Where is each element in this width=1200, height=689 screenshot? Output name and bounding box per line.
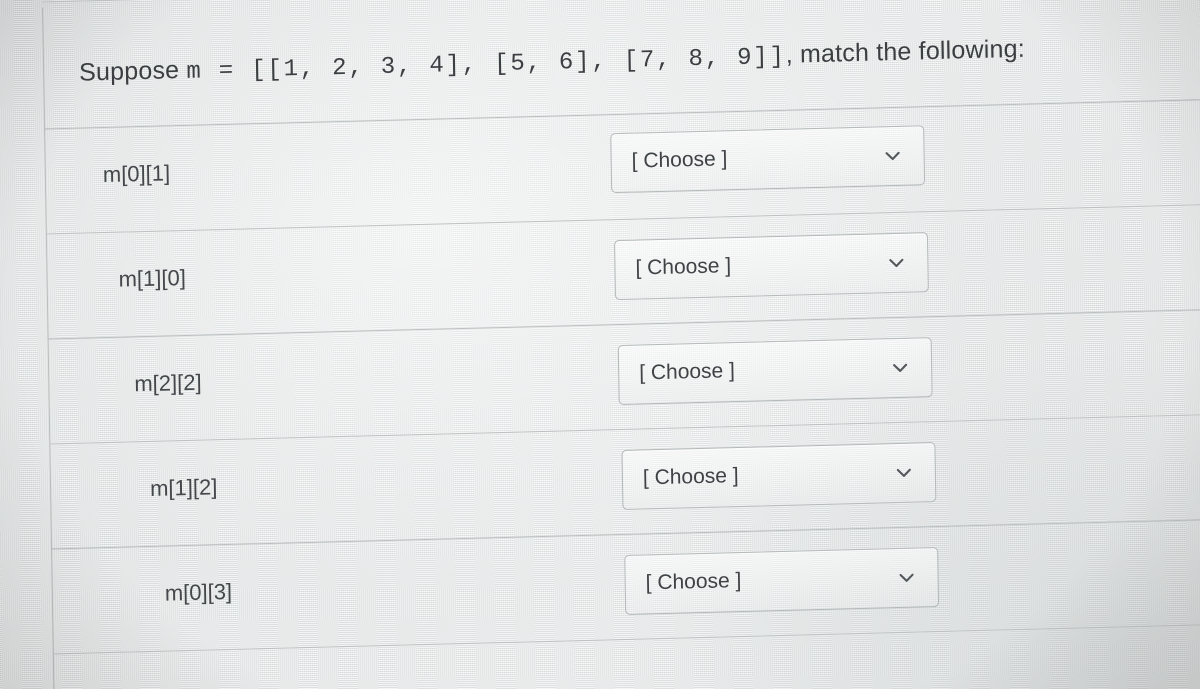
chevron-down-icon [891, 359, 909, 377]
row-label: m[0][3] [164, 578, 233, 606]
row-label: m[1][2] [149, 474, 218, 501]
row-label: m[0][1] [102, 160, 171, 188]
question-matrix-literal: [[1, 2, 3, 4], [5, 6], [7, 8, 9]] [251, 43, 786, 85]
row-label: m[2][2] [134, 369, 202, 397]
chevron-down-icon [883, 147, 901, 165]
choose-dropdown-1[interactable]: [ Choose ] [614, 232, 929, 301]
question-prefix: Suppose [78, 55, 187, 87]
question-suffix: , match the following: [785, 34, 1026, 69]
dropdown-value: [ Choose ] [639, 359, 736, 385]
dropdown-value: [ Choose ] [642, 464, 739, 490]
dropdown-value: [ Choose ] [645, 569, 742, 595]
monitor-screen: Suppose m = [[1, 2, 3, 4], [5, 6], [7, 8… [0, 0, 1200, 689]
chevron-down-icon [895, 464, 913, 482]
row-label: m[1][0] [118, 264, 187, 292]
question-variable: m = [186, 57, 252, 86]
dropdown-value: [ Choose ] [635, 254, 732, 280]
question-prompt: Suppose m = [[1, 2, 3, 4], [5, 6], [7, 8… [79, 35, 1025, 89]
dropdown-value: [ Choose ] [631, 147, 728, 173]
choose-dropdown-0[interactable]: [ Choose ] [610, 125, 926, 194]
choose-dropdown-3[interactable]: [ Choose ] [621, 442, 937, 511]
chevron-down-icon [897, 569, 915, 587]
quiz-content: Suppose m = [[1, 2, 3, 4], [5, 6], [7, 8… [41, 0, 1200, 689]
chevron-down-icon [887, 254, 905, 272]
choose-dropdown-2[interactable]: [ Choose ] [617, 337, 933, 406]
screen-photo: Suppose m = [[1, 2, 3, 4], [5, 6], [7, 8… [0, 0, 1200, 689]
choose-dropdown-4[interactable]: [ Choose ] [624, 547, 940, 615]
match-rows: m[0][1] [ Choose ] m[1][0] [ Choose ] m[… [44, 97, 1200, 655]
